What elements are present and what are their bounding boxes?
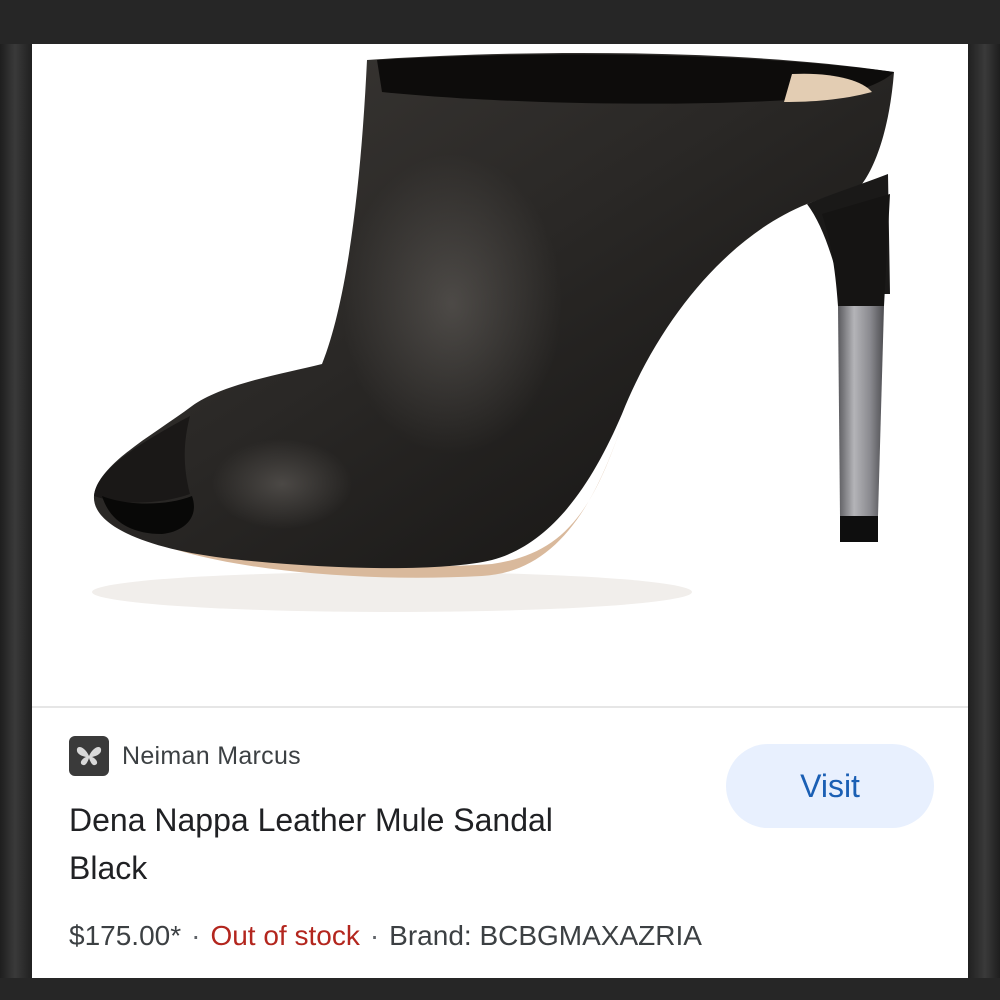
brand: Brand: BCBGMAXAZRIA: [389, 920, 702, 951]
merchant-name: Neiman Marcus: [122, 741, 301, 770]
product-title[interactable]: Dena Nappa Leather Mule Sandal Black: [69, 796, 669, 892]
shoe-illustration: [92, 52, 895, 612]
separator: ·: [369, 920, 380, 951]
bottom-border: [0, 978, 1000, 1000]
product-title-line-2: Black: [69, 850, 148, 886]
butterfly-logo-icon: [69, 736, 109, 776]
product-image[interactable]: [32, 44, 968, 706]
stock-status: Out of stock: [210, 920, 360, 951]
visit-button[interactable]: Visit: [726, 744, 934, 828]
product-card: Neiman Marcus Dena Nappa Leather Mule Sa…: [32, 44, 968, 978]
separator: ·: [191, 920, 201, 951]
product-title-line-1: Dena Nappa Leather Mule Sandal: [69, 802, 553, 838]
section-divider: [32, 706, 968, 708]
product-meta: $175.00* · Out of stock · Brand: BCBGMAXAZRI…: [69, 920, 702, 952]
price: $175.00*: [69, 920, 182, 951]
top-border: [0, 0, 1000, 44]
merchant-row[interactable]: Neiman Marcus: [69, 736, 301, 776]
